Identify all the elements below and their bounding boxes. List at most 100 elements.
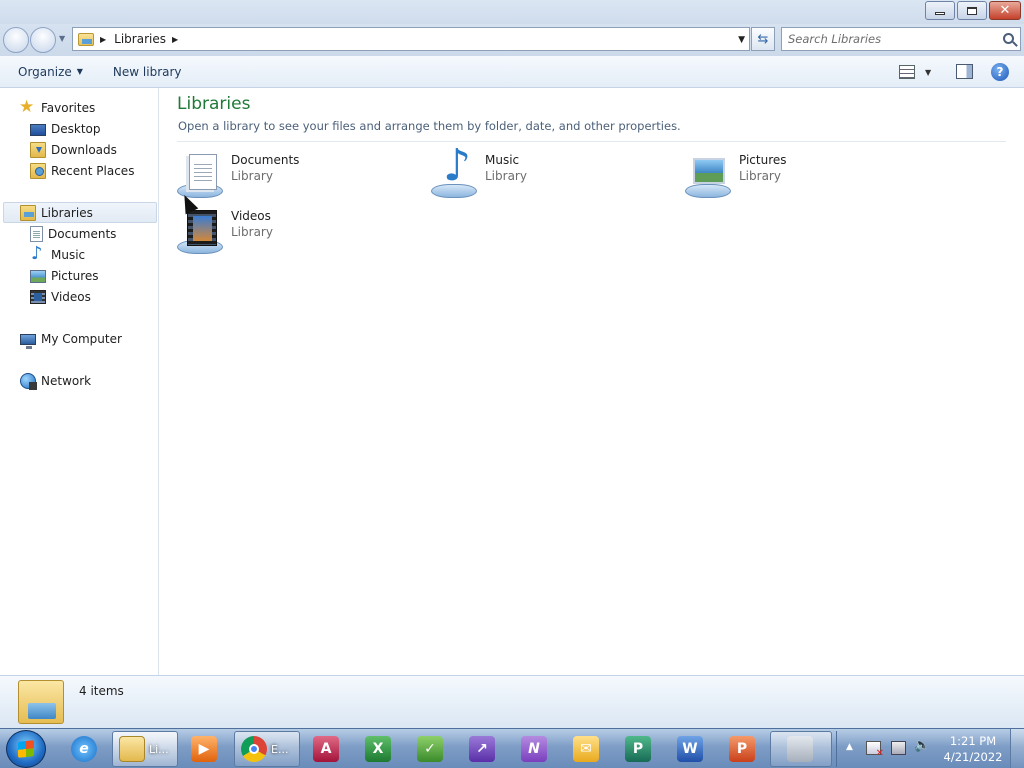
address-history-dropdown-icon[interactable]: ▼	[738, 35, 745, 45]
nav-music[interactable]: Music	[30, 243, 86, 265]
star-icon	[19, 97, 36, 117]
nav-favorites[interactable]: Favorites	[19, 97, 96, 118]
help-button[interactable]: ?	[991, 63, 1009, 81]
show-hidden-icons-icon[interactable]: ▲	[846, 742, 853, 752]
taskbar-onenote[interactable]: N	[512, 731, 556, 767]
back-button[interactable]	[3, 27, 29, 53]
breadcrumb-chevron-icon[interactable]: ▶	[100, 35, 106, 44]
close-icon: ✕	[999, 3, 1011, 18]
maximize-button[interactable]	[957, 1, 987, 20]
forward-button[interactable]	[30, 27, 56, 53]
nav-downloads[interactable]: Downloads	[30, 139, 117, 160]
word-icon: W	[677, 736, 703, 762]
library-item-music[interactable]: ♪ Music Library	[431, 144, 671, 200]
library-name: Pictures	[739, 153, 787, 167]
libraries-folder-icon	[78, 32, 94, 46]
new-library-button[interactable]: New library	[104, 59, 191, 85]
nav-music-label: Music	[51, 247, 86, 262]
action-center-flag-icon[interactable]	[866, 741, 884, 759]
network-status-icon[interactable]	[891, 741, 906, 755]
library-type: Library	[485, 169, 527, 183]
music-library-icon: ♪	[431, 144, 479, 200]
nav-pictures-label: Pictures	[51, 268, 99, 283]
nav-desktop-label: Desktop	[51, 121, 101, 136]
organize-button[interactable]: Organize ▼	[9, 59, 92, 85]
restore-icon	[967, 6, 977, 15]
infopath-icon: ✓	[417, 736, 443, 762]
library-name: Videos	[231, 209, 271, 223]
nav-libraries[interactable]: Libraries	[20, 202, 93, 223]
taskbar-publisher[interactable]: P	[616, 731, 660, 767]
minimize-icon	[935, 12, 945, 15]
media-player-icon: ▶	[191, 736, 217, 762]
chevron-down-icon[interactable]: ▼	[925, 68, 931, 77]
nav-documents[interactable]: Documents	[30, 223, 116, 244]
search-box[interactable]	[781, 27, 1021, 51]
preview-pane-button[interactable]	[956, 64, 973, 79]
minimize-button[interactable]	[925, 1, 955, 20]
taskbar-explorer-label: Li...	[149, 742, 169, 756]
taskbar-outlook[interactable]: ✉	[564, 731, 608, 767]
clock[interactable]: 1:21 PM 4/21/2022	[940, 733, 1006, 765]
search-icon[interactable]	[1003, 33, 1014, 44]
breadcrumb-chevron-icon[interactable]: ▶	[172, 35, 178, 44]
page-title: Libraries	[177, 94, 251, 114]
start-button[interactable]	[6, 730, 46, 768]
nav-libraries-label: Libraries	[41, 205, 93, 220]
sharepoint-workspace-icon: ↗	[469, 736, 495, 762]
library-item-documents[interactable]: Documents Library	[177, 150, 417, 200]
documents-library-icon	[177, 154, 225, 200]
taskbar-chrome-label: E...	[271, 742, 289, 756]
libraries-folder-icon	[18, 680, 64, 724]
change-view-button[interactable]: ▼	[899, 60, 931, 84]
search-input[interactable]	[788, 32, 998, 46]
nav-videos[interactable]: Videos	[30, 286, 91, 307]
taskbar-excel[interactable]: X	[356, 731, 400, 767]
nav-recent-places[interactable]: Recent Places	[30, 160, 134, 181]
taskbar-word[interactable]: W	[668, 731, 712, 767]
taskbar-windows-explorer[interactable]: Li...	[112, 731, 178, 767]
internet-explorer-icon: e	[71, 736, 97, 762]
taskbar-infopath[interactable]: ✓	[408, 731, 452, 767]
windows-explorer-icon	[119, 736, 145, 762]
nav-desktop[interactable]: Desktop	[30, 118, 101, 139]
show-desktop-button[interactable]	[1010, 729, 1024, 768]
nav-videos-label: Videos	[51, 289, 91, 304]
recent-pages-dropdown-icon[interactable]: ▼	[59, 34, 65, 43]
library-item-pictures[interactable]: Pictures Library	[685, 150, 925, 200]
library-item-videos[interactable]: Videos Library	[177, 206, 417, 256]
taskbar-internet-explorer[interactable]: e	[62, 731, 106, 767]
publisher-icon: P	[625, 736, 651, 762]
nav-pictures[interactable]: Pictures	[30, 265, 99, 286]
title-bar: ✕	[0, 0, 1024, 24]
address-bar[interactable]: ▶ Libraries ▶ ▼	[72, 27, 750, 51]
close-button[interactable]: ✕	[989, 1, 1021, 20]
page-subtitle: Open a library to see your files and arr…	[178, 119, 681, 133]
command-bar: Organize ▼ New library ▼ ?	[0, 56, 1024, 88]
nav-recent-places-label: Recent Places	[51, 163, 135, 178]
address-row: ▼ ▶ Libraries ▶ ▼ ⇆	[0, 24, 1024, 56]
taskbar-network-drive[interactable]	[770, 731, 832, 767]
network-drive-icon	[787, 736, 813, 762]
breadcrumb-libraries[interactable]: Libraries	[114, 32, 166, 46]
excel-icon: X	[365, 736, 391, 762]
volume-icon[interactable]	[914, 738, 930, 755]
library-type: Library	[739, 169, 781, 183]
taskbar-onenote-teams[interactable]: ↗	[460, 731, 504, 767]
taskbar-media-player[interactable]: ▶	[182, 731, 226, 767]
nav-my-computer-label: My Computer	[41, 331, 122, 346]
taskbar-access[interactable]: A	[304, 731, 348, 767]
pictures-icon	[30, 269, 46, 283]
nav-favorites-label: Favorites	[41, 100, 96, 115]
organize-label: Organize	[18, 64, 72, 79]
taskbar-chrome[interactable]: E...	[234, 731, 300, 767]
network-icon	[20, 372, 37, 390]
documents-icon	[30, 225, 43, 242]
taskbar-powerpoint[interactable]: P	[720, 731, 764, 767]
desktop-icon	[30, 123, 46, 136]
new-library-label: New library	[112, 64, 182, 79]
refresh-button[interactable]: ⇆	[751, 27, 775, 51]
nav-network[interactable]: Network	[20, 370, 91, 391]
content-pane: Libraries Open a library to see your fil…	[160, 88, 1024, 675]
nav-my-computer[interactable]: My Computer	[20, 328, 122, 349]
